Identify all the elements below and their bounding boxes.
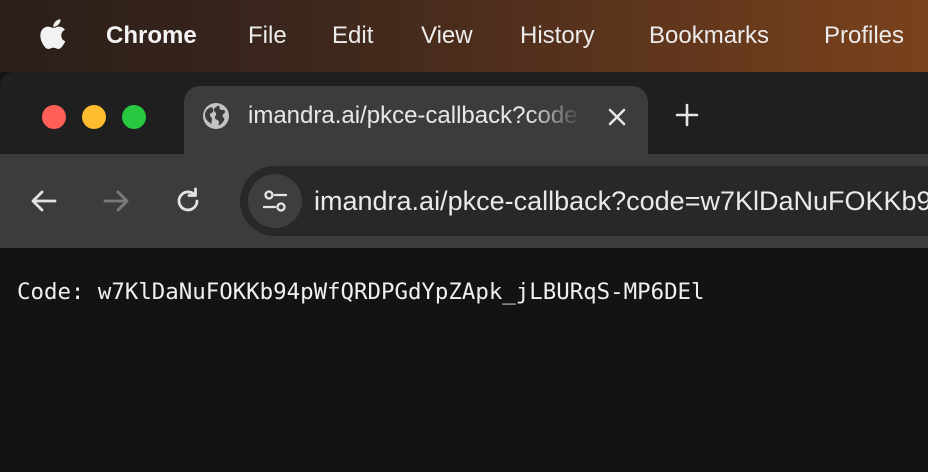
arrow-left-icon[interactable]	[27, 184, 61, 218]
close-icon[interactable]	[604, 104, 630, 130]
reload-icon[interactable]	[171, 184, 205, 218]
toolbar: imandra.ai/pkce-callback?code=w7KlDaNuFO…	[0, 154, 928, 248]
menu-edit[interactable]: Edit	[332, 20, 373, 52]
menu-chrome[interactable]: Chrome	[106, 20, 197, 52]
window-maximize-button[interactable]	[122, 105, 146, 129]
browser-window: imandra.ai/pkce-callback?code=w7KlDaNuFO…	[0, 72, 928, 472]
auth-code-value: w7KlDaNuFOKKb94pWfQRDPGdYpZApk_jLBURqS-M…	[97, 279, 705, 305]
auth-code-line: Code: w7KlDaNuFOKKb94pWfQRDPGdYpZApk_jLB…	[17, 276, 705, 308]
menu-profiles[interactable]: Profiles	[824, 20, 904, 52]
tab-title: imandra.ai/pkce-callback?code=w7KlDaNuFO…	[248, 102, 582, 129]
globe-icon	[203, 103, 229, 129]
plus-icon[interactable]	[672, 100, 702, 130]
url-text[interactable]: imandra.ai/pkce-callback?code=w7KlDaNuFO…	[314, 183, 928, 219]
code-label: Code:	[17, 279, 85, 305]
menu-history[interactable]: History	[520, 20, 595, 52]
menu-view[interactable]: View	[421, 20, 473, 52]
apple-logo-icon[interactable]	[38, 17, 70, 53]
menu-bar: Chrome File Edit View History Bookmarks …	[0, 0, 928, 72]
address-bar[interactable]: imandra.ai/pkce-callback?code=w7KlDaNuFO…	[240, 166, 928, 236]
window-minimize-button[interactable]	[82, 105, 106, 129]
tune-icon	[262, 190, 288, 212]
tab-strip: imandra.ai/pkce-callback?code=w7KlDaNuFO…	[0, 72, 928, 154]
page-content: Code: w7KlDaNuFOKKb94pWfQRDPGdYpZApk_jLB…	[0, 248, 928, 472]
menu-file[interactable]: File	[248, 20, 287, 52]
menu-bookmarks[interactable]: Bookmarks	[649, 20, 769, 52]
site-info-button[interactable]	[248, 174, 302, 228]
tab-active[interactable]: imandra.ai/pkce-callback?code=w7KlDaNuFO…	[184, 86, 648, 154]
arrow-right-icon[interactable]	[99, 184, 133, 218]
window-close-button[interactable]	[42, 105, 66, 129]
